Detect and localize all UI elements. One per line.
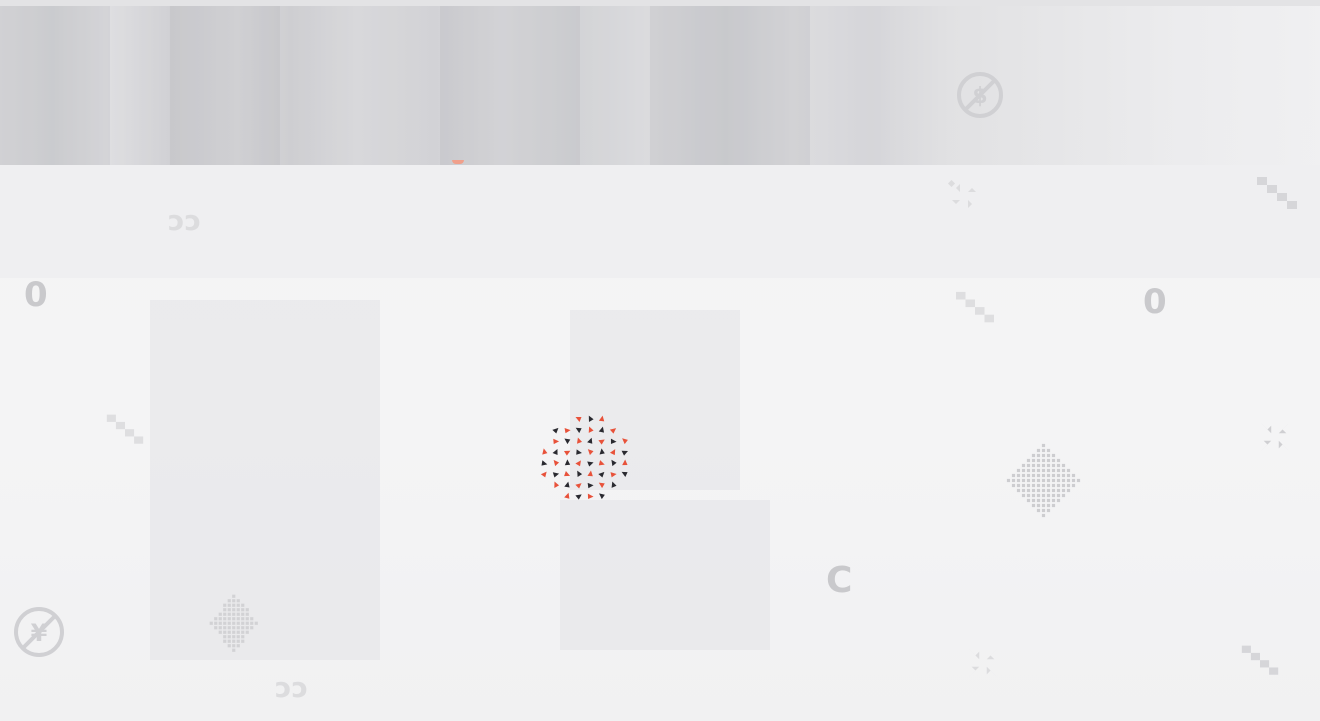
content-panel xyxy=(150,300,380,660)
compress-icon xyxy=(1258,420,1292,454)
content-panel xyxy=(560,500,770,650)
diagonal-dash-icon xyxy=(954,290,996,328)
c-glyph: C xyxy=(826,560,853,601)
zero-glyph: 0 xyxy=(1143,282,1167,322)
no-dollar-icon: $ xyxy=(955,70,1005,120)
compress-icon xyxy=(946,178,982,214)
no-yen-icon: ¥ xyxy=(12,605,66,659)
dotted-diamond-icon xyxy=(1006,443,1082,519)
hero-shade xyxy=(650,6,810,165)
hero-shade xyxy=(170,6,280,165)
cc-glyph: ɔɔ xyxy=(275,671,309,704)
diagonal-dash-icon xyxy=(1255,175,1299,215)
zero-glyph: 0 xyxy=(24,275,48,315)
cc-glyph: ɔɔ xyxy=(168,204,202,237)
loading-spinner xyxy=(539,414,635,504)
svg-text:$: $ xyxy=(972,84,987,109)
compress-icon xyxy=(966,646,1000,680)
hero-shade xyxy=(440,6,580,165)
svg-text:¥: ¥ xyxy=(31,619,48,647)
dotted-diamond-icon xyxy=(209,594,259,652)
diagonal-dash-icon xyxy=(1240,642,1280,682)
diagonal-dash-icon xyxy=(105,412,145,450)
hero-background-photo xyxy=(0,6,1320,165)
page: $ ¥ 0 0 C ɔɔ ɔɔ xyxy=(0,0,1320,721)
hero-shade xyxy=(0,6,110,165)
